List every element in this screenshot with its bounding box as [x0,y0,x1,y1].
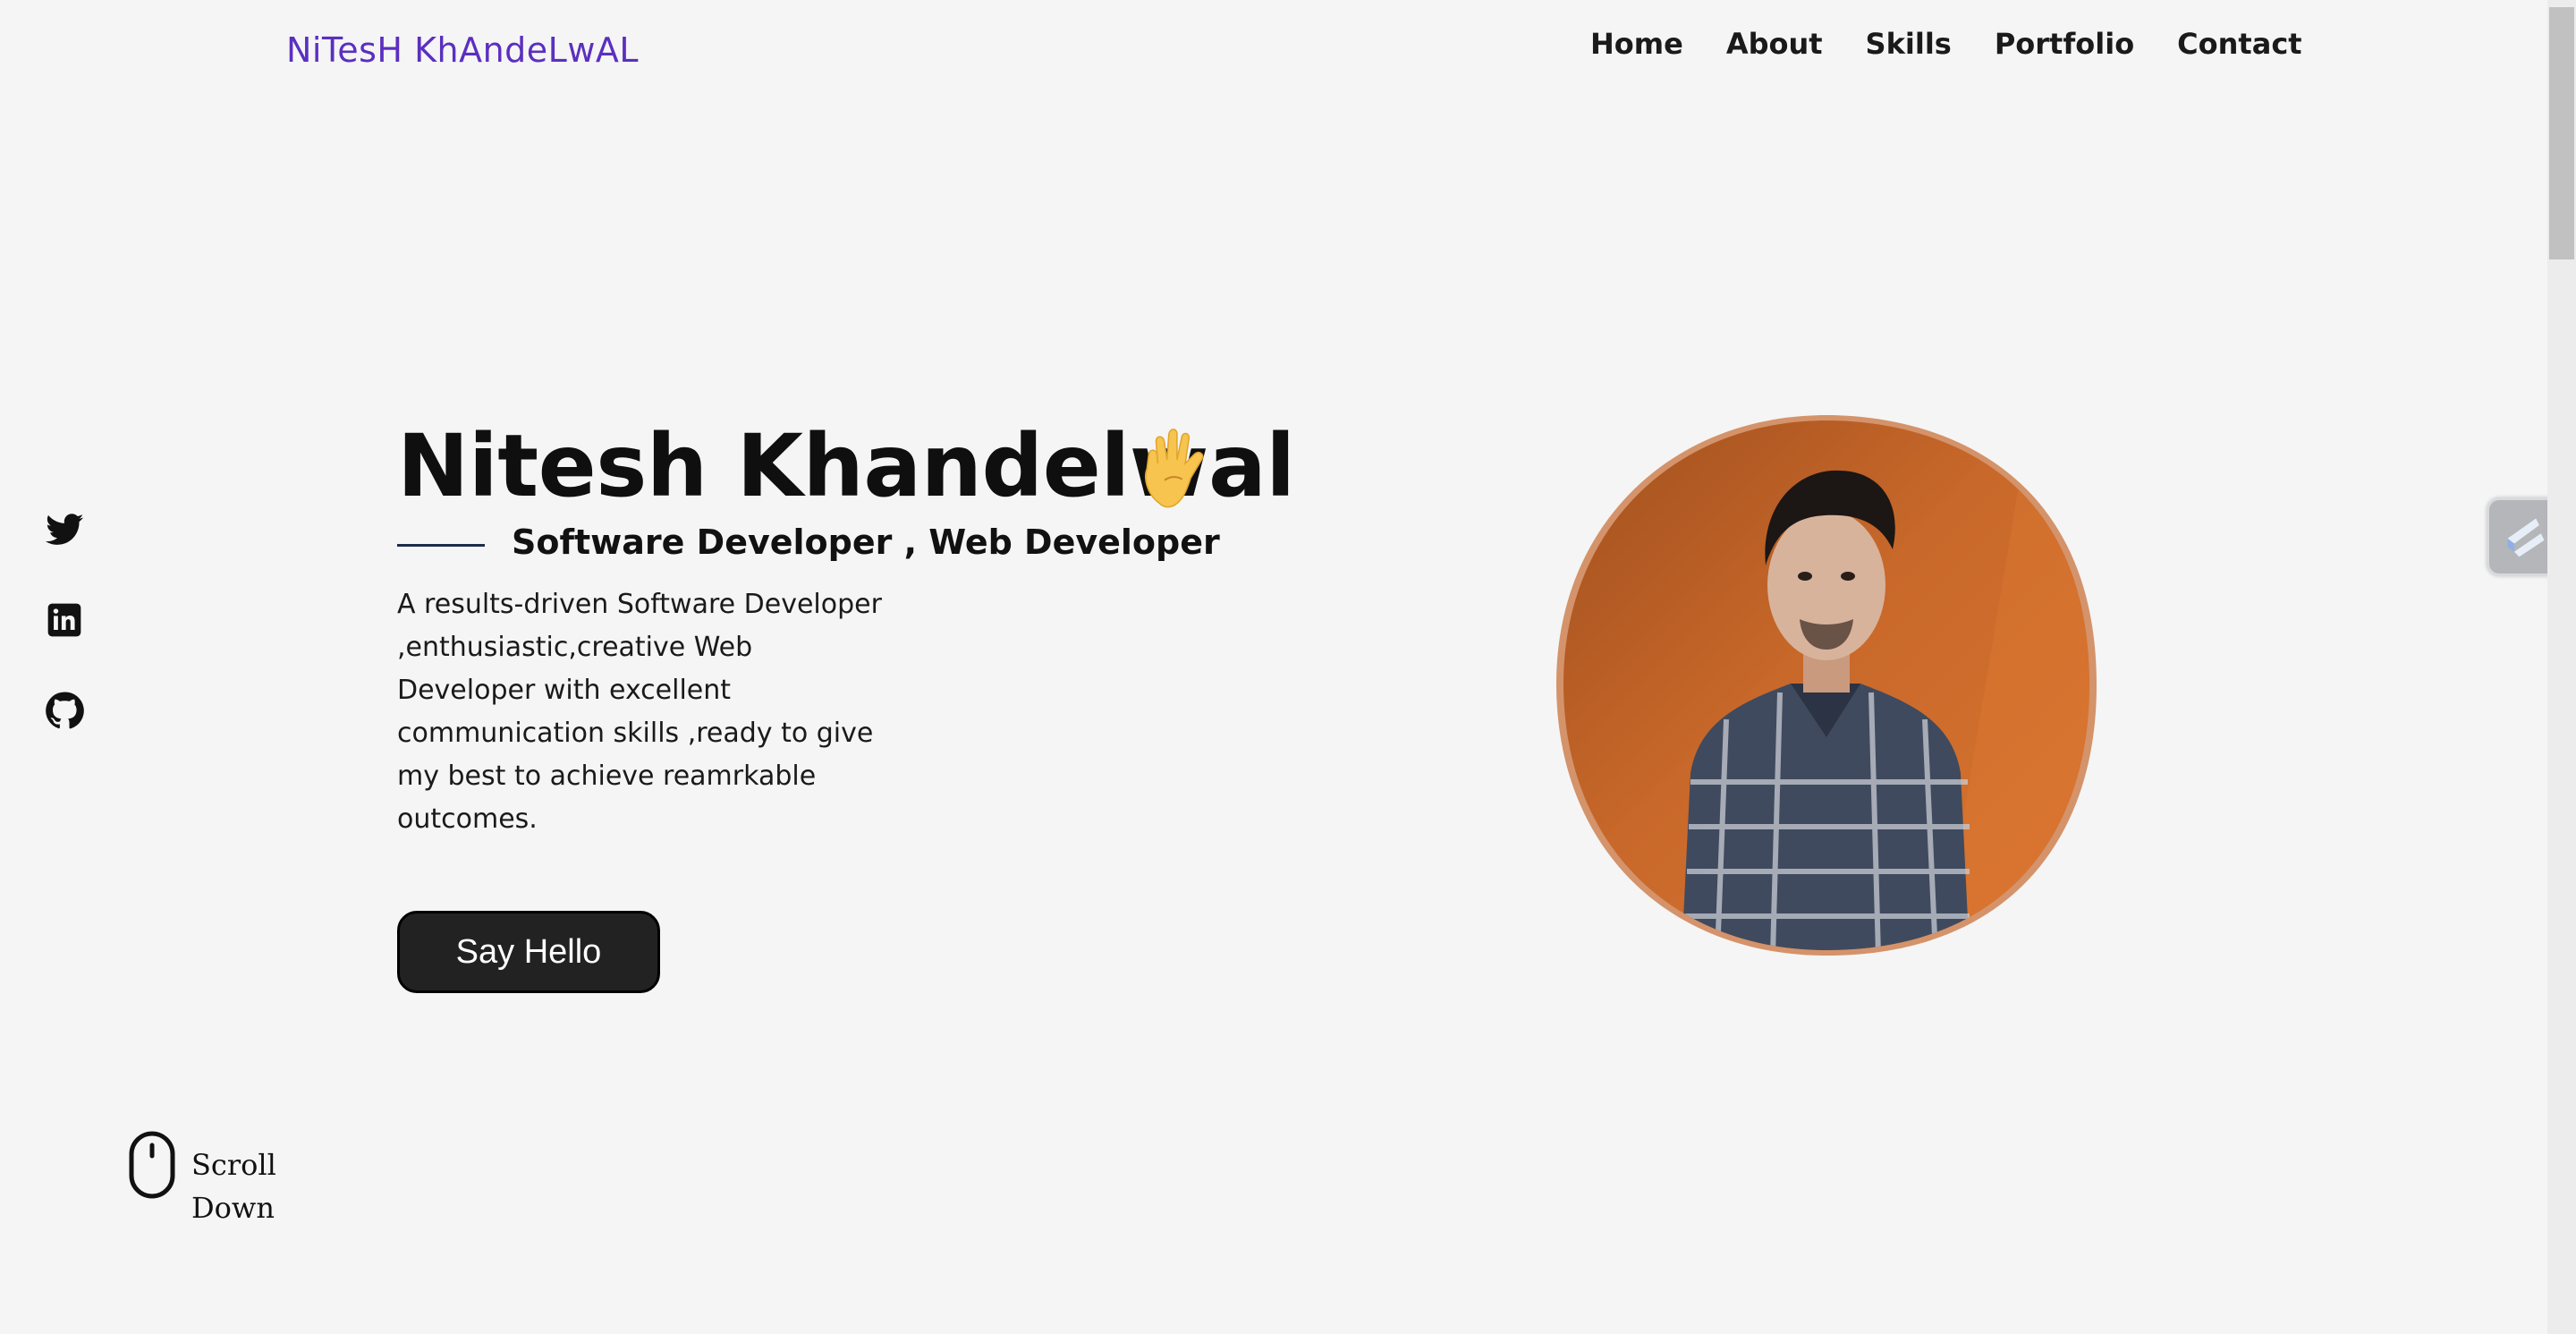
subtitle-divider [397,544,485,547]
github-icon[interactable] [45,691,84,730]
brand-logo[interactable]: NiTesH KhAndeLwAL [286,30,639,70]
say-hello-button[interactable]: Say Hello [397,911,660,993]
profile-photo [1556,415,2097,956]
scrollbar-thumb[interactable] [2549,7,2574,259]
main-nav: Home About Skills Portfolio Contact [1590,27,2302,61]
page-scrollbar[interactable] [2547,0,2576,1334]
nav-about[interactable]: About [1726,27,1823,61]
linkedin-icon[interactable] [45,600,84,640]
mouse-icon[interactable] [129,1131,175,1199]
scroll-line-2: Down [191,1191,275,1225]
nav-portfolio[interactable]: Portfolio [1995,27,2134,61]
waving-hand-icon [1145,429,1204,508]
scroll-line-1: Scroll [191,1148,276,1182]
hero-subtitle: Software Developer , Web Developer [512,523,1220,562]
nav-home[interactable]: Home [1590,27,1683,61]
nav-contact[interactable]: Contact [2177,27,2301,61]
scroll-down-label[interactable]: Scroll Down [191,1143,276,1229]
twitter-icon[interactable] [45,510,84,549]
hero-description: A results-driven Software Developer ,ent… [397,589,882,835]
nav-skills[interactable]: Skills [1866,27,1952,61]
